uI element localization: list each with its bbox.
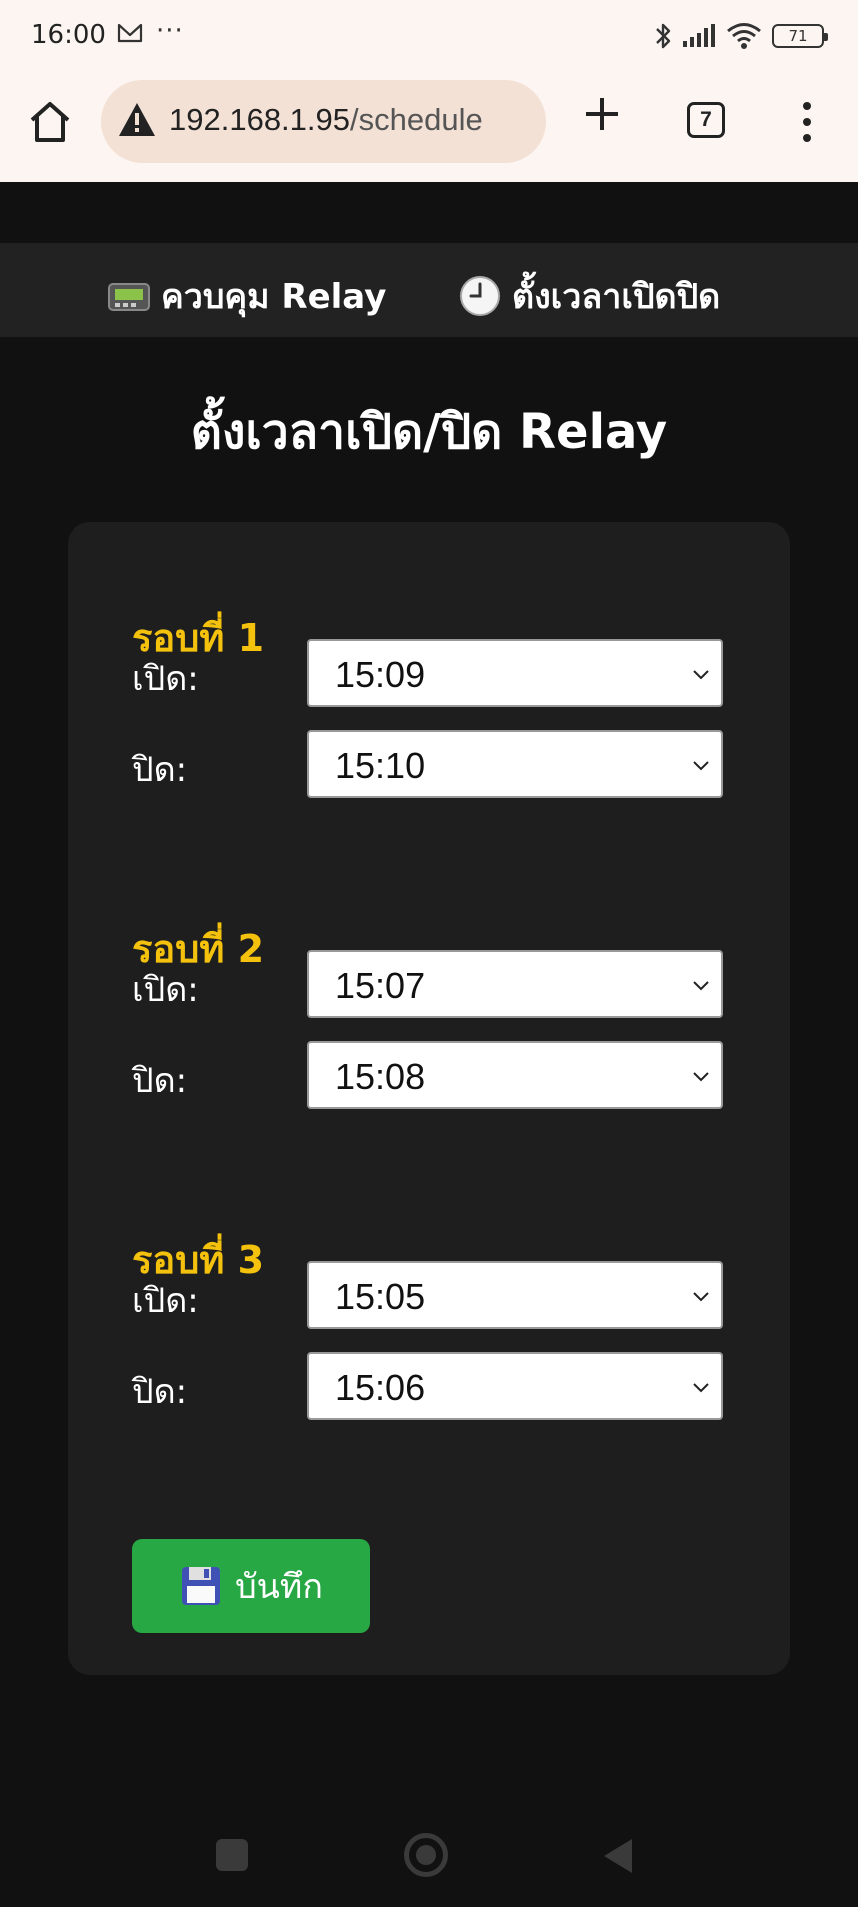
tab-switcher-button[interactable]: 7 bbox=[687, 102, 725, 138]
on-time-select[interactable]: 15:05 bbox=[307, 1261, 723, 1329]
clock-icon bbox=[460, 276, 500, 316]
battery-level: 71 bbox=[788, 27, 808, 45]
on-time-value: 15:07 bbox=[335, 965, 426, 1006]
off-time-label: ปิด: bbox=[132, 1372, 188, 1412]
off-time-select[interactable]: 15:06 bbox=[307, 1352, 723, 1420]
new-tab-icon[interactable] bbox=[580, 92, 624, 136]
chevron-down-icon bbox=[693, 981, 709, 991]
off-time-label: ปิด: bbox=[132, 1061, 188, 1101]
chevron-down-icon bbox=[693, 1383, 709, 1393]
home-circle-icon[interactable] bbox=[404, 1833, 448, 1877]
bluetooth-icon bbox=[656, 23, 671, 49]
schedule-card: รอบที่ 1 เปิด: 15:09 ปิด: 15:10 รอบที่ 2… bbox=[68, 522, 790, 1675]
on-time-label: เปิด: bbox=[132, 1281, 199, 1321]
nav-link-schedule[interactable]: ตั้งเวลาเปิดปิด bbox=[458, 269, 720, 323]
off-time-select[interactable]: 15:08 bbox=[307, 1041, 723, 1109]
wifi-icon bbox=[727, 23, 761, 49]
on-time-select[interactable]: 15:09 bbox=[307, 639, 723, 707]
on-time-label: เปิด: bbox=[132, 970, 199, 1010]
save-button[interactable]: บันทึก bbox=[132, 1539, 370, 1633]
site-nav: ควบคุม Relay ตั้งเวลาเปิดปิด bbox=[0, 243, 858, 337]
off-time-value: 15:10 bbox=[335, 745, 426, 786]
url-path: /schedule bbox=[350, 102, 483, 137]
status-time: 16:00 bbox=[31, 20, 106, 50]
nav-link-schedule-label: ตั้งเวลาเปิดปิด bbox=[512, 277, 721, 317]
chevron-down-icon bbox=[693, 670, 709, 680]
floppy-disk-icon bbox=[182, 1567, 221, 1605]
pager-icon bbox=[108, 283, 150, 311]
address-bar[interactable]: 192.168.1.95/schedule bbox=[101, 80, 546, 163]
off-time-select[interactable]: 15:10 bbox=[307, 730, 723, 798]
status-icons: 71 bbox=[654, 18, 828, 54]
chevron-down-icon bbox=[693, 1292, 709, 1302]
system-navigation-bar bbox=[0, 1812, 858, 1907]
browser-menu-icon[interactable] bbox=[795, 102, 819, 142]
browser-toolbar: 192.168.1.95/schedule 7 bbox=[0, 72, 858, 182]
nav-link-relay-control[interactable]: ควบคุม Relay bbox=[107, 269, 386, 323]
battery-icon: 71 bbox=[772, 24, 828, 48]
status-bar: 16:00 ··· 71 bbox=[0, 0, 858, 72]
url-host: 192.168.1.95 bbox=[169, 102, 351, 137]
off-time-label: ปิด: bbox=[132, 750, 188, 790]
on-time-select[interactable]: 15:07 bbox=[307, 950, 723, 1018]
on-time-value: 15:09 bbox=[335, 654, 426, 695]
chevron-down-icon bbox=[693, 761, 709, 771]
recent-apps-icon[interactable] bbox=[216, 1839, 248, 1871]
more-notifications-icon: ··· bbox=[156, 16, 184, 46]
off-time-value: 15:08 bbox=[335, 1056, 426, 1097]
on-time-value: 15:05 bbox=[335, 1276, 426, 1317]
save-button-label: บันทึก bbox=[235, 1568, 323, 1606]
chevron-down-icon bbox=[693, 1072, 709, 1082]
tab-count: 7 bbox=[700, 108, 712, 131]
back-triangle-icon[interactable] bbox=[604, 1839, 632, 1873]
home-icon[interactable] bbox=[24, 96, 76, 148]
on-time-label: เปิด: bbox=[132, 659, 199, 699]
signal-icon bbox=[683, 24, 715, 47]
mail-icon bbox=[117, 23, 143, 43]
url-text[interactable]: 192.168.1.95/schedule bbox=[169, 102, 483, 138]
warning-icon[interactable] bbox=[117, 101, 157, 139]
nav-link-relay-label: ควบคุม Relay bbox=[161, 277, 387, 317]
off-time-value: 15:06 bbox=[335, 1367, 426, 1408]
page-title: ตั้งเวลาเปิด/ปิด Relay bbox=[190, 404, 668, 460]
